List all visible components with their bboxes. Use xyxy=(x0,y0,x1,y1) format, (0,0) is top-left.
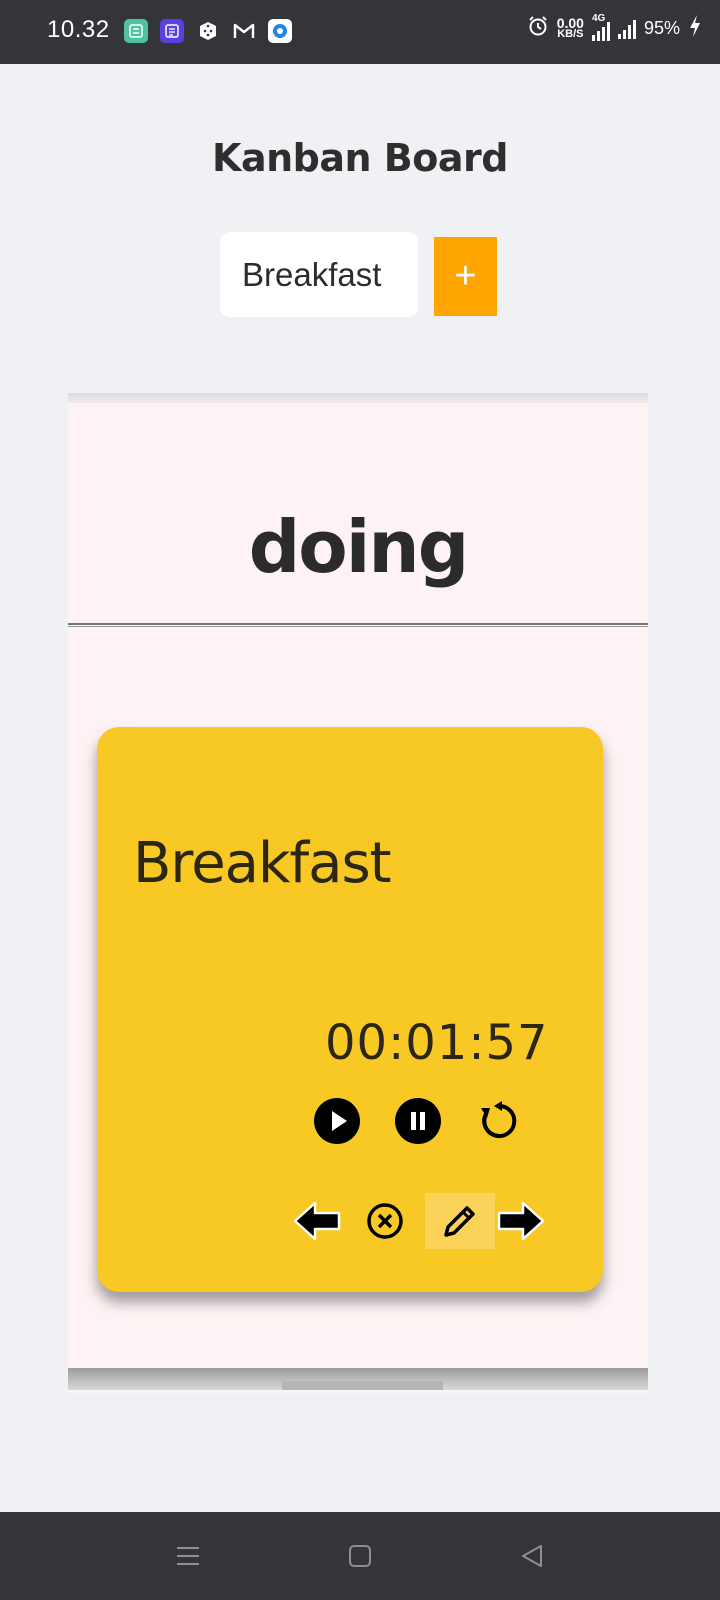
arrow-right-icon xyxy=(497,1201,545,1241)
signal-bars-icon xyxy=(591,21,610,41)
arrow-left-icon xyxy=(293,1201,341,1241)
page-title: Kanban Board xyxy=(212,136,508,180)
play-icon xyxy=(314,1098,360,1144)
recent-apps-button[interactable] xyxy=(168,1536,208,1576)
pause-icon xyxy=(395,1098,441,1144)
edit-button[interactable] xyxy=(436,1197,484,1245)
restart-icon xyxy=(481,1101,517,1138)
column-title: doing xyxy=(248,505,469,589)
scrollbar-thumb[interactable] xyxy=(282,1381,443,1390)
net-speed-unit: KB/S xyxy=(557,27,584,40)
restart-button[interactable] xyxy=(475,1097,523,1145)
signal-bars-icon-2 xyxy=(617,19,636,39)
menu-icon xyxy=(177,1547,199,1565)
close-icon xyxy=(367,1203,403,1239)
signal-4g: 4G xyxy=(591,13,610,41)
add-task-button[interactable]: + xyxy=(434,237,497,316)
move-right-button[interactable] xyxy=(497,1197,545,1245)
column-divider xyxy=(68,623,648,627)
pencil-icon xyxy=(444,1206,475,1237)
home-button[interactable] xyxy=(340,1536,380,1576)
net-speed: 0.00 KB/S xyxy=(557,16,584,40)
browser-app-icon xyxy=(268,19,292,43)
delete-button[interactable] xyxy=(361,1197,409,1245)
task-input[interactable] xyxy=(220,232,418,317)
column-top-shadow xyxy=(68,393,648,403)
play-button[interactable] xyxy=(313,1097,361,1145)
pause-button[interactable] xyxy=(394,1097,442,1145)
alarm-icon xyxy=(527,15,549,42)
move-left-button[interactable] xyxy=(293,1197,341,1245)
status-right: 0.00 KB/S 4G 95% xyxy=(527,13,702,43)
back-button[interactable] xyxy=(512,1536,552,1576)
notes-app-icon xyxy=(160,19,184,43)
network-type: 4G xyxy=(591,12,606,24)
battery-level: 95% xyxy=(643,18,680,38)
gmail-icon xyxy=(232,19,256,43)
card-title: Breakfast xyxy=(133,831,392,896)
card-timer: 00:01:57 xyxy=(325,1015,549,1071)
home-icon xyxy=(349,1545,371,1567)
notification-icons xyxy=(124,19,292,43)
calculator-app-icon xyxy=(124,19,148,43)
dice-app-icon xyxy=(196,19,220,43)
back-icon xyxy=(522,1545,542,1567)
status-time: 10.32 xyxy=(47,16,110,43)
status-bar: 10.32 0.00 KB/S 4G 95% xyxy=(0,0,720,64)
task-card: Breakfast 00:01:57 xyxy=(97,727,603,1292)
system-nav-bar xyxy=(0,1512,720,1600)
charging-icon xyxy=(688,14,702,43)
